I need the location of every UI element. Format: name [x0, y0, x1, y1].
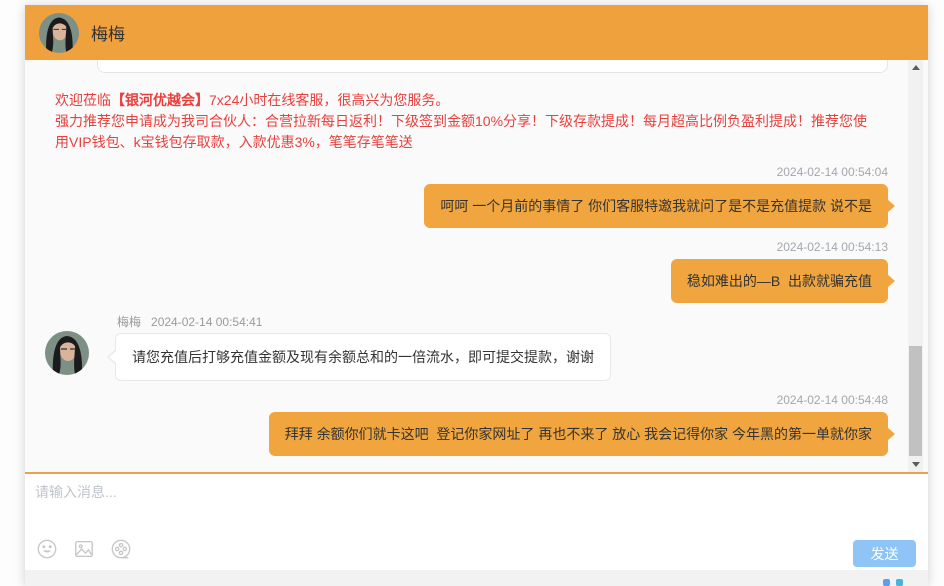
chat-scroll-area[interactable]: 欢迎莅临【银河优越会】7x24小时在线客服，很高兴为您服务。 强力推荐您申请成为… — [25, 60, 928, 472]
message-composer: 发送 — [25, 472, 928, 570]
scrollbar[interactable] — [908, 60, 923, 472]
welcome-message: 欢迎莅临【银河优越会】7x24小时在线客服，很高兴为您服务。 强力推荐您申请成为… — [55, 90, 878, 153]
footer-strip — [25, 570, 928, 586]
timestamp: 2024-02-14 00:54:04 — [45, 165, 888, 179]
timestamp: 2024-02-14 00:54:13 — [45, 240, 888, 254]
scroll-down-button[interactable] — [908, 457, 923, 472]
scrollbar-thumb[interactable] — [909, 346, 922, 456]
outgoing-message-bubble: 呵呵 一个月前的事情了 你们客服特邀我就问了是不是充值提款 说不是 — [424, 184, 888, 228]
send-button[interactable]: 发送 — [853, 540, 916, 567]
footer-brand-icon — [896, 579, 903, 586]
arrow-down-icon — [912, 462, 920, 467]
welcome-line1: 欢迎莅临【银河优越会】7x24小时在线客服，很高兴为您服务。 — [55, 90, 878, 111]
image-icon[interactable] — [73, 538, 95, 560]
timestamp: 2024-02-14 00:54:41 — [151, 315, 262, 329]
agent-avatar — [45, 331, 89, 375]
message-row: 拜拜 余额你们就卡这吧 登记你家网址了 再也不来了 放心 我会记得你家 今年黑的… — [45, 412, 888, 456]
emoji-icon[interactable] — [36, 538, 58, 560]
message-row: 呵呵 一个月前的事情了 你们客服特邀我就问了是不是充值提款 说不是 — [45, 184, 888, 228]
chat-widget: 梅梅 欢迎莅临【银河优越会】7x24小时在线客服，很高兴为您服务。 强力推荐您申… — [25, 5, 928, 586]
message-row: 稳如难出的—B 出款就骗充值 — [45, 259, 888, 303]
sender-name: 梅梅 — [117, 315, 141, 329]
message-input[interactable] — [35, 482, 735, 530]
outgoing-message-bubble: 拜拜 余额你们就卡这吧 登记你家网址了 再也不来了 放心 我会记得你家 今年黑的… — [269, 412, 888, 456]
outgoing-message-bubble: 稳如难出的—B 出款就骗充值 — [671, 259, 888, 303]
message-row: 请您充值后打够充值金额及现有余额总和的一倍流水，即可提交提款，谢谢 — [45, 333, 888, 381]
agent-avatar — [39, 13, 79, 53]
video-icon[interactable] — [110, 538, 132, 560]
chat-header: 梅梅 — [25, 5, 928, 60]
chat-message-list: 欢迎莅临【银河优越会】7x24小时在线客服，很高兴为您服务。 强力推荐您申请成为… — [25, 60, 907, 472]
arrow-up-icon — [912, 65, 920, 70]
cutoff-message-bubble — [97, 60, 888, 73]
timestamp: 2024-02-14 00:54:48 — [45, 393, 888, 407]
scroll-up-button[interactable] — [908, 60, 923, 75]
composer-toolbar — [36, 538, 132, 560]
footer-brand-icon — [883, 579, 890, 586]
welcome-line2: 强力推荐您申请成为我司合伙人：合营拉新每日返利！下级签到金额10%分享！下级存款… — [55, 111, 878, 153]
incoming-message-bubble: 请您充值后打够充值金额及现有余额总和的一倍流水，即可提交提款，谢谢 — [115, 333, 611, 381]
brand-name: 【银河优越会】 — [111, 92, 209, 108]
sender-and-timestamp: 梅梅 2024-02-14 00:54:41 — [45, 315, 888, 329]
agent-name-title: 梅梅 — [91, 20, 125, 45]
